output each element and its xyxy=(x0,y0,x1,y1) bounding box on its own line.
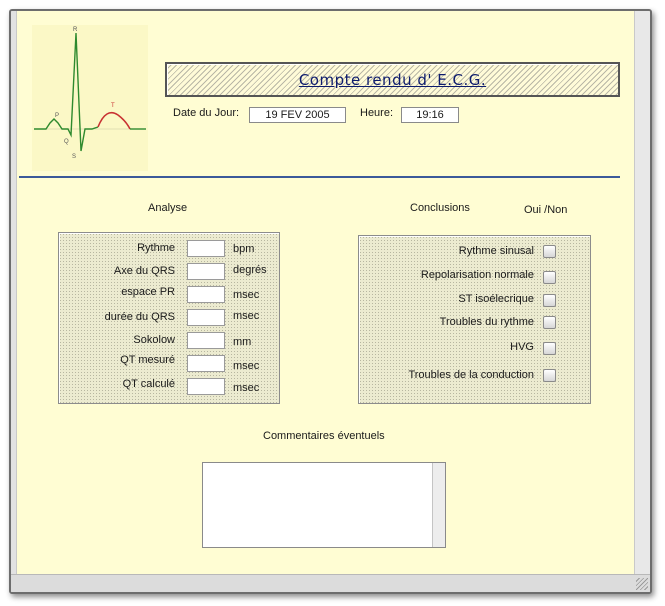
analyse-row-label: Rythme xyxy=(137,242,175,254)
resize-grip-icon[interactable] xyxy=(636,578,648,590)
form-content: P Q R S T Compte rendu d' E.C.G. Date du… xyxy=(17,11,634,574)
espace-pr-input[interactable] xyxy=(187,286,225,303)
form-window: P Q R S T Compte rendu d' E.C.G. Date du… xyxy=(9,9,652,594)
troubles-conduction-checkbox[interactable] xyxy=(543,369,556,382)
date-field[interactable]: 19 FEV 2005 xyxy=(249,107,346,123)
ecg-label-s: S xyxy=(72,154,76,160)
comments-label: Commentaires éventuels xyxy=(263,430,385,442)
analyse-panel: Rythme bpm Axe du QRS degrés espace PR m… xyxy=(58,232,280,404)
page-title: Compte rendu d' E.C.G. xyxy=(298,70,487,89)
conclusion-row-label: ST isoélecrique xyxy=(458,293,534,305)
rythme-input[interactable] xyxy=(187,240,225,257)
qt-calcule-input[interactable] xyxy=(187,378,225,395)
analyse-row-label: QT mesuré xyxy=(120,354,175,366)
troubles-rythme-checkbox[interactable] xyxy=(543,316,556,329)
horizontal-scrollbar[interactable] xyxy=(11,574,650,592)
title-banner: Compte rendu d' E.C.G. xyxy=(165,62,620,97)
section-divider xyxy=(19,176,620,178)
time-label: Heure: xyxy=(360,107,394,119)
rythme-sinusal-checkbox[interactable] xyxy=(543,245,556,258)
analyse-row-unit: degrés xyxy=(233,264,267,276)
title-inner: Compte rendu d' E.C.G. xyxy=(167,64,618,95)
ecg-wave-icon: P Q R S T xyxy=(34,27,146,160)
analyse-row-unit: msec xyxy=(233,360,260,372)
conclusion-row: ST isoélecrique xyxy=(359,293,590,311)
conclusion-row: Rythme sinusal xyxy=(359,244,590,262)
analyse-row-unit: msec xyxy=(233,289,260,301)
conclusion-row-label: Troubles du rythme xyxy=(439,316,534,328)
st-isoelectrique-checkbox[interactable] xyxy=(543,294,556,307)
qt-mesure-input[interactable] xyxy=(187,355,225,372)
analyse-row-unit: msec xyxy=(233,310,260,322)
ecg-label-r: R xyxy=(73,27,78,33)
conclusion-row-label: Repolarisation normale xyxy=(420,269,534,281)
conclusion-row: Troubles du rythme xyxy=(359,316,590,334)
conclusion-row-label: HVG xyxy=(510,341,534,353)
duree-qrs-input[interactable] xyxy=(187,309,225,326)
analyse-title: Analyse xyxy=(148,202,188,214)
analyse-row: espace PR msec xyxy=(59,286,279,304)
conclusion-row-label: Troubles de la conduction xyxy=(408,369,534,381)
conclusions-title: Conclusions xyxy=(410,202,470,214)
ecg-label-q: Q xyxy=(64,139,69,145)
ecg-label-t: T xyxy=(111,103,115,109)
analyse-row-unit: msec xyxy=(233,382,260,394)
repolarisation-normale-checkbox[interactable] xyxy=(543,271,556,284)
comments-textarea[interactable] xyxy=(202,462,446,548)
analyse-row: Rythme bpm xyxy=(59,240,279,258)
conclusion-row: Troubles de la conduction xyxy=(359,369,590,387)
analyse-row-label: QT calculé xyxy=(122,378,175,390)
analyse-row-label: Sokolow xyxy=(133,334,175,346)
analyse-row-unit: bpm xyxy=(233,243,255,255)
analyse-row: QT calculé msec xyxy=(59,378,279,396)
analyse-row-unit: mm xyxy=(233,336,252,348)
sokolow-input[interactable] xyxy=(187,332,225,349)
conclusion-row: Repolarisation normale xyxy=(359,269,590,288)
analyse-row-label: espace PR xyxy=(121,286,175,298)
time-field[interactable]: 19:16 xyxy=(401,107,459,123)
conclusion-row: HVG xyxy=(359,341,590,360)
yes-no-label: Oui /Non xyxy=(524,204,568,216)
analyse-row-label: Axe du QRS xyxy=(113,265,175,277)
conclusion-row-label: Rythme sinusal xyxy=(458,245,534,257)
date-label: Date du Jour: xyxy=(173,107,240,119)
ecg-wave-image: P Q R S T xyxy=(32,25,148,171)
vertical-scrollbar[interactable] xyxy=(634,11,650,592)
analyse-row: durée du QRS msec xyxy=(59,309,279,327)
hvg-checkbox[interactable] xyxy=(543,342,556,355)
analyse-row: QT mesuré msec xyxy=(59,354,279,373)
axe-qrs-input[interactable] xyxy=(187,263,225,280)
conclusions-panel: Rythme sinusal Repolarisation normale ST… xyxy=(358,235,591,404)
comments-text xyxy=(203,463,445,469)
analyse-row-label: durée du QRS xyxy=(104,311,175,323)
comments-scrollbar[interactable] xyxy=(432,463,445,547)
analyse-row: Sokolow mm xyxy=(59,332,279,350)
ecg-label-p: P xyxy=(55,113,59,119)
analyse-row: Axe du QRS degrés xyxy=(59,263,279,281)
